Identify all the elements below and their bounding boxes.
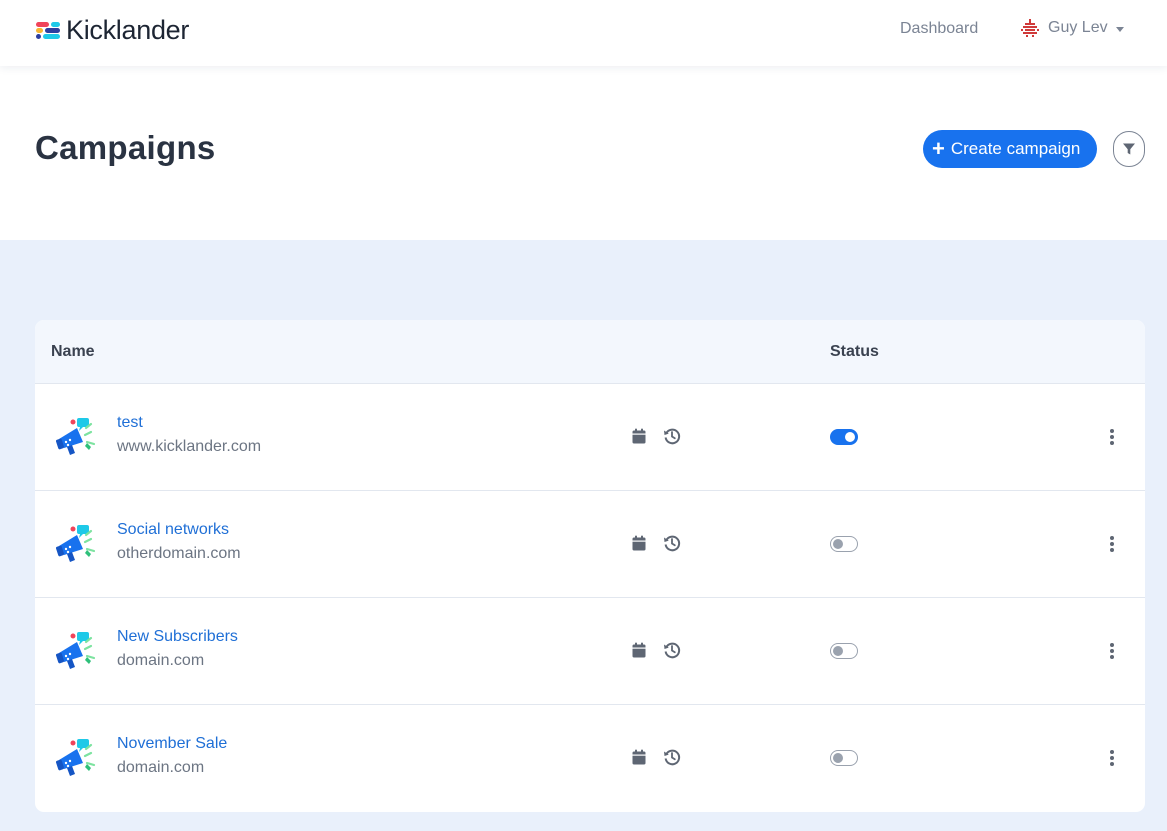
user-avatar-icon	[1021, 19, 1039, 37]
campaign-name-link[interactable]: test	[117, 414, 143, 432]
table-row: test www.kicklander.com	[35, 384, 1145, 491]
more-vertical-icon[interactable]	[1107, 641, 1117, 661]
calendar-icon[interactable]	[632, 642, 646, 658]
campaign-name-link[interactable]: Social networks	[117, 521, 229, 539]
history-icon[interactable]	[663, 534, 681, 552]
plus-icon: +	[932, 136, 945, 161]
table-row: Social networks otherdomain.com	[35, 491, 1145, 598]
history-icon[interactable]	[663, 641, 681, 659]
campaign-domain: otherdomain.com	[117, 545, 241, 562]
calendar-icon[interactable]	[632, 535, 646, 551]
more-vertical-icon[interactable]	[1107, 748, 1117, 768]
logo-mark-icon	[34, 19, 62, 41]
megaphone-icon	[55, 739, 96, 776]
status-toggle[interactable]	[830, 536, 858, 552]
page-header: Campaigns + Create campaign	[0, 66, 1167, 240]
campaign-domain: domain.com	[117, 759, 205, 776]
column-header-name[interactable]: Name	[51, 343, 95, 361]
filter-button[interactable]	[1113, 131, 1145, 167]
table-body: test www.kicklander.com Social networks …	[35, 384, 1145, 812]
column-header-status[interactable]: Status	[830, 343, 879, 361]
chevron-down-icon	[1115, 26, 1124, 32]
status-toggle[interactable]	[830, 429, 858, 445]
create-campaign-label: Create campaign	[950, 139, 1081, 158]
nav-dashboard-link[interactable]: Dashboard	[900, 20, 978, 38]
megaphone-icon	[55, 632, 96, 669]
campaign-domain: domain.com	[117, 652, 205, 669]
more-vertical-icon[interactable]	[1107, 534, 1117, 554]
table-row: New Subscribers domain.com	[35, 598, 1145, 705]
create-campaign-button[interactable]: + Create campaign	[923, 130, 1097, 168]
megaphone-icon	[55, 418, 96, 455]
brand-name: Kicklander	[66, 14, 190, 45]
page-title: Campaigns	[35, 129, 216, 166]
megaphone-icon	[55, 525, 96, 562]
table-header: Name Status	[35, 320, 1145, 384]
user-menu[interactable]: Guy Lev	[1020, 18, 1124, 38]
campaign-name-link[interactable]: New Subscribers	[117, 628, 238, 646]
top-navbar: Kicklander Dashboard Guy Lev	[0, 0, 1167, 66]
campaigns-table: Name Status test www.kicklander.com Soci…	[35, 320, 1145, 812]
status-toggle[interactable]	[830, 643, 858, 659]
more-vertical-icon[interactable]	[1107, 427, 1117, 447]
history-icon[interactable]	[663, 427, 681, 445]
user-name: Guy Lev	[1048, 19, 1108, 36]
status-toggle[interactable]	[830, 750, 858, 766]
filter-icon	[1123, 143, 1135, 155]
campaign-domain: www.kicklander.com	[117, 438, 262, 455]
table-row: November Sale domain.com	[35, 705, 1145, 812]
calendar-icon[interactable]	[632, 428, 646, 444]
calendar-icon[interactable]	[632, 749, 646, 765]
brand-logo[interactable]: Kicklander	[34, 14, 189, 46]
history-icon[interactable]	[663, 748, 681, 766]
campaign-name-link[interactable]: November Sale	[117, 735, 227, 753]
